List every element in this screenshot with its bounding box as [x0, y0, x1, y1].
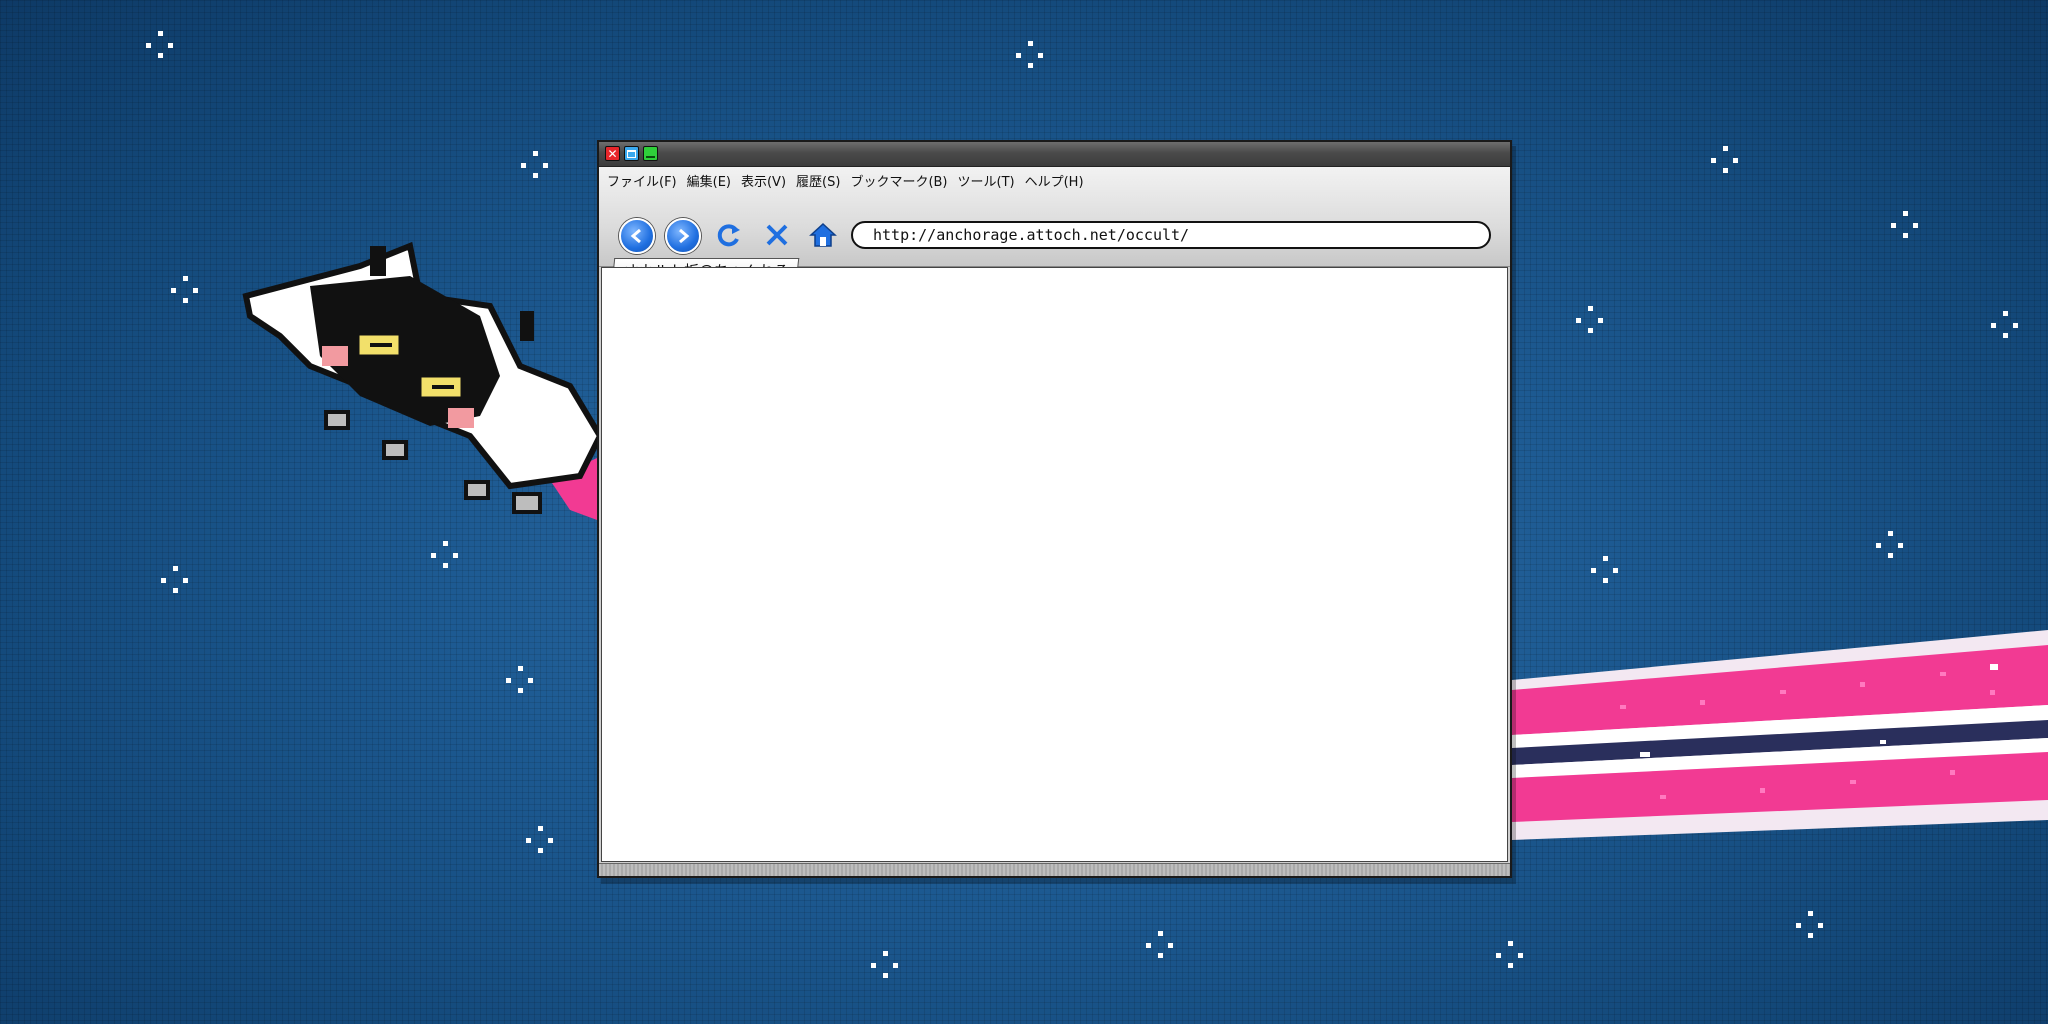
- url-text: http://anchorage.attoch.net/occult/: [873, 226, 1190, 244]
- address-bar[interactable]: http://anchorage.attoch.net/occult/: [851, 221, 1491, 249]
- reload-icon: [717, 224, 740, 247]
- menu-bar: ファイル(F) 編集(E) 表示(V) 履歴(S) ブックマーク(B) ツール(…: [607, 171, 1084, 190]
- stop-button[interactable]: [762, 220, 792, 250]
- browser-chrome: ファイル(F) 編集(E) 表示(V) 履歴(S) ブックマーク(B) ツール(…: [599, 167, 1510, 282]
- pixel-cat-mascot: [242, 241, 604, 514]
- stop-icon: [766, 224, 788, 246]
- title-bar[interactable]: ✕: [599, 142, 1510, 167]
- menu-bookmarks[interactable]: ブックマーク(B): [850, 171, 947, 190]
- reload-button[interactable]: [714, 220, 744, 250]
- home-button[interactable]: [808, 220, 838, 250]
- status-bar: [599, 863, 1510, 876]
- back-icon: [630, 228, 641, 244]
- menu-help[interactable]: ヘルプ(H): [1025, 171, 1084, 190]
- browser-window: ✕ ファイル(F) 編集(E) 表示(V) 履歴(S) ブックマーク(B) ツー…: [597, 140, 1512, 878]
- menu-edit[interactable]: 編集(E): [687, 171, 731, 190]
- minimize-icon[interactable]: [624, 146, 639, 161]
- maximize-icon[interactable]: [643, 146, 658, 161]
- menu-file[interactable]: ファイル(F): [607, 171, 677, 190]
- forward-icon: [679, 228, 690, 244]
- menu-history[interactable]: 履歴(S): [796, 171, 840, 190]
- menu-view[interactable]: 表示(V): [741, 171, 786, 190]
- menu-tools[interactable]: ツール(T): [958, 171, 1015, 190]
- page-content[interactable]: [601, 267, 1508, 862]
- home-icon: [809, 222, 837, 247]
- back-button[interactable]: [619, 218, 655, 254]
- close-icon[interactable]: ✕: [605, 146, 620, 161]
- forward-button[interactable]: [665, 218, 701, 254]
